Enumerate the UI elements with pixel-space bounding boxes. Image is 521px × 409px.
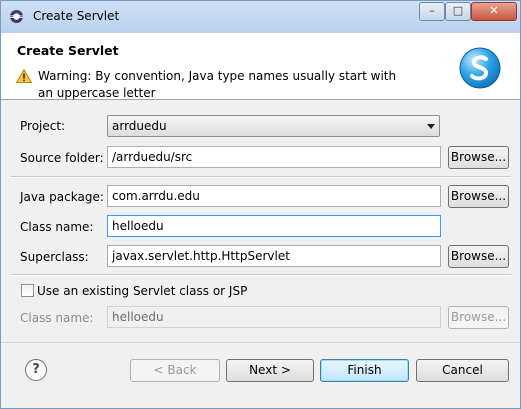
superclass-browse-button[interactable]: Browse... <box>448 245 509 268</box>
title-bar[interactable]: Create Servlet – □ ✕ <box>1 1 520 33</box>
project-select[interactable]: arrduedu <box>107 115 440 137</box>
minimize-button[interactable]: – <box>419 2 445 21</box>
warning-icon <box>16 69 32 83</box>
next-button[interactable]: Next > <box>226 359 314 382</box>
source-folder-browse-button[interactable]: Browse... <box>448 146 509 169</box>
cancel-button[interactable]: Cancel <box>416 359 509 382</box>
java-package-field[interactable]: com.arrdu.edu <box>107 185 441 207</box>
help-icon[interactable]: ? <box>25 359 47 381</box>
java-package-label: Java package: <box>20 190 104 204</box>
project-label: Project: <box>20 119 66 133</box>
wizard-banner: Create Servlet Warning: By convention, J… <box>1 33 520 100</box>
footer-separator <box>1 342 520 343</box>
existing-class-browse-button: Browse... <box>448 306 509 329</box>
existing-class-name-field: helloedu <box>107 306 441 328</box>
window-title: Create Servlet <box>33 9 120 23</box>
warning-message: Warning: By convention, Java type names … <box>38 69 397 100</box>
close-button[interactable]: ✕ <box>471 2 517 21</box>
eclipse-app-icon <box>10 10 23 23</box>
class-name-label: Class name: <box>20 220 94 234</box>
class-name-field[interactable]: helloedu <box>107 215 441 237</box>
use-existing-checkbox[interactable] <box>21 284 34 297</box>
project-select-value: arrduedu <box>112 119 167 133</box>
source-folder-label: Source folder: <box>20 151 104 165</box>
source-folder-field[interactable]: /arrduedu/src <box>107 146 441 168</box>
servlet-logo-icon <box>459 47 501 89</box>
back-button: < Back <box>130 359 220 382</box>
page-title: Create Servlet <box>17 43 119 58</box>
existing-class-name-label: Class name: <box>20 311 94 325</box>
create-servlet-dialog: Create Servlet – □ ✕ Create Servlet Warn… <box>0 0 521 409</box>
use-existing-label[interactable]: Use an existing Servlet class or JSP <box>37 284 247 298</box>
separator <box>11 176 511 178</box>
superclass-field[interactable]: javax.servlet.http.HttpServlet <box>107 245 441 267</box>
finish-button[interactable]: Finish <box>320 359 409 382</box>
maximize-button[interactable]: □ <box>445 2 471 21</box>
separator <box>11 274 511 276</box>
java-package-browse-button[interactable]: Browse... <box>448 185 509 208</box>
chevron-down-icon <box>427 124 435 129</box>
superclass-label: Superclass: <box>20 250 89 264</box>
